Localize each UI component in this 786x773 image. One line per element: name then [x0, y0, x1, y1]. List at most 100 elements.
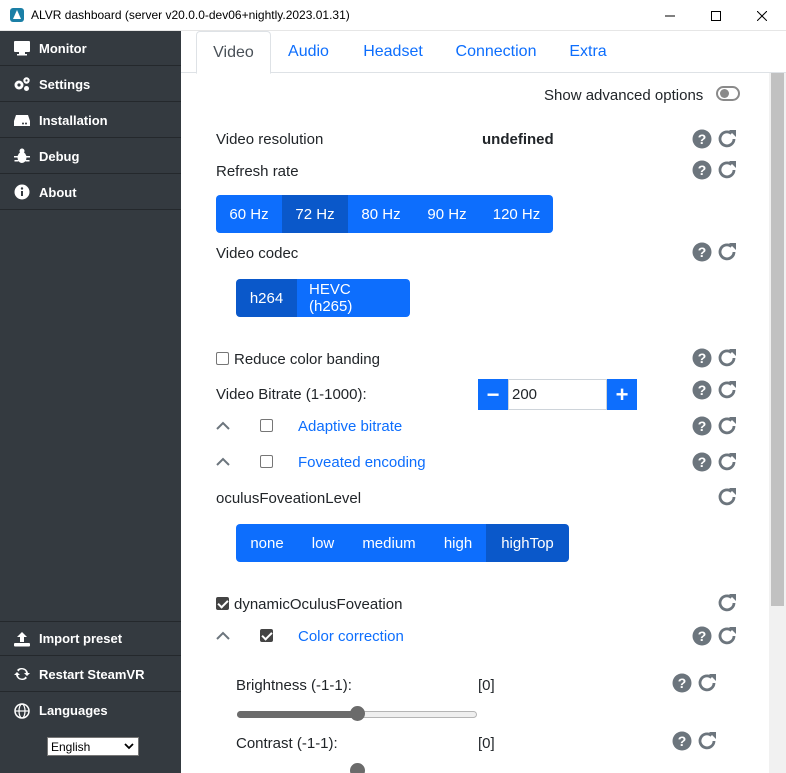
video-bitrate-input[interactable]	[508, 379, 607, 410]
increment-button[interactable]: +	[607, 379, 637, 410]
help-icon[interactable]: ?	[692, 416, 712, 436]
svg-text:?: ?	[678, 675, 687, 691]
sidebar-item-settings[interactable]: Settings	[0, 67, 181, 102]
reset-icon[interactable]	[716, 347, 738, 369]
close-icon	[757, 10, 767, 21]
reset-icon[interactable]	[716, 379, 738, 401]
sidebar-item-monitor[interactable]: Monitor	[0, 31, 181, 66]
video-bitrate-label: Video Bitrate (1-1000):	[216, 386, 367, 403]
sidebar-item-installation[interactable]: Installation	[0, 103, 181, 138]
reset-icon[interactable]	[716, 415, 738, 437]
languages-item: Languages	[0, 693, 181, 728]
tab-connection[interactable]: Connection	[446, 31, 546, 73]
refresh-rate-option[interactable]: 60 Hz	[216, 195, 282, 233]
foveation-level-option-selected[interactable]: highTop	[486, 524, 569, 562]
sidebar-item-about[interactable]: About	[0, 175, 181, 210]
svg-text:?: ?	[698, 350, 707, 366]
dynamic-foveation-label: dynamicOculusFoveation	[234, 596, 403, 613]
chevron-down-icon	[124, 743, 134, 750]
foveation-level-option[interactable]: low	[298, 524, 348, 562]
video-codec-option-selected[interactable]: h264	[236, 279, 297, 317]
contrast-value: [0]	[478, 735, 495, 752]
svg-text:?: ?	[678, 733, 687, 749]
reduce-color-banding-label: Reduce color banding	[234, 351, 380, 368]
contrast-label: Contrast (-1-1):	[236, 735, 338, 752]
tab-headset[interactable]: Headset	[351, 31, 435, 73]
refresh-rate-option[interactable]: 120 Hz	[480, 195, 553, 233]
adaptive-bitrate-checkbox[interactable]	[260, 419, 273, 432]
video-resolution-value: undefined	[482, 131, 554, 148]
alvr-logo-icon	[10, 8, 24, 22]
video-resolution-label: Video resolution	[216, 131, 324, 148]
reset-icon[interactable]	[696, 730, 718, 752]
refresh-rate-option-selected[interactable]: 72 Hz	[282, 195, 348, 233]
import-preset-button[interactable]: Import preset	[0, 621, 181, 656]
upload-icon	[14, 631, 30, 646]
help-icon[interactable]: ?	[692, 452, 712, 472]
dynamic-foveation-checkbox[interactable]	[216, 597, 229, 610]
brightness-value: [0]	[478, 677, 495, 694]
reset-icon[interactable]	[716, 241, 738, 263]
restart-steamvr-button[interactable]: Restart SteamVR	[0, 657, 181, 692]
refresh-rate-option[interactable]: 90 Hz	[414, 195, 480, 233]
help-icon[interactable]: ?	[672, 731, 692, 751]
language-select[interactable]: English	[47, 737, 139, 756]
sync-icon	[14, 667, 30, 681]
foveated-encoding-label[interactable]: Foveated encoding	[298, 454, 426, 471]
foveation-level-options: none low medium high highTop	[236, 524, 569, 562]
sidebar: Monitor Settings Installation Debug Abou…	[0, 31, 181, 773]
video-codec-options: h264 HEVC (h265)	[236, 279, 410, 317]
help-icon[interactable]: ?	[672, 673, 692, 693]
sidebar-item-label: Debug	[39, 148, 80, 164]
reset-icon[interactable]	[716, 625, 738, 647]
sidebar-item-debug[interactable]: Debug	[0, 139, 181, 174]
bug-icon	[14, 148, 30, 163]
reset-icon[interactable]	[716, 486, 738, 508]
foveation-level-label: oculusFoveationLevel	[216, 490, 362, 507]
advanced-options-toggle[interactable]	[716, 86, 740, 101]
help-icon[interactable]: ?	[692, 348, 712, 368]
info-icon	[14, 184, 30, 200]
brightness-label: Brightness (-1-1):	[236, 677, 352, 694]
refresh-rate-option[interactable]: 80 Hz	[348, 195, 414, 233]
foveated-encoding-checkbox[interactable]	[260, 455, 273, 468]
svg-text:?: ?	[698, 628, 707, 644]
foveation-level-option[interactable]: none	[236, 524, 298, 562]
help-icon[interactable]: ?	[692, 626, 712, 646]
reset-icon[interactable]	[696, 672, 718, 694]
tab-extra[interactable]: Extra	[559, 31, 617, 73]
import-preset-label: Import preset	[39, 631, 123, 646]
video-bitrate-stepper: − +	[478, 379, 637, 410]
chevron-up-icon[interactable]	[216, 457, 230, 467]
adaptive-bitrate-label[interactable]: Adaptive bitrate	[298, 418, 402, 435]
help-icon[interactable]: ?	[692, 129, 712, 149]
minimize-icon	[665, 15, 675, 16]
chevron-up-icon[interactable]	[216, 421, 230, 431]
contrast-slider-thumb[interactable]	[349, 763, 365, 773]
minimize-button[interactable]	[647, 0, 693, 31]
maximize-button[interactable]	[693, 0, 739, 31]
reset-icon[interactable]	[716, 159, 738, 181]
brightness-slider-thumb[interactable]	[349, 706, 365, 721]
scrollbar-thumb[interactable]	[771, 73, 784, 606]
sidebar-item-label: Monitor	[39, 40, 87, 56]
color-correction-checkbox[interactable]	[260, 629, 273, 642]
reset-icon[interactable]	[716, 451, 738, 473]
foveation-level-option[interactable]: high	[430, 524, 486, 562]
foveation-level-option[interactable]: medium	[348, 524, 430, 562]
reduce-color-banding-checkbox[interactable]	[216, 352, 229, 365]
tab-video[interactable]: Video	[196, 31, 271, 74]
video-codec-option[interactable]: HEVC (h265)	[297, 279, 410, 317]
close-button[interactable]	[739, 0, 785, 31]
help-icon[interactable]: ?	[692, 380, 712, 400]
help-icon[interactable]: ?	[692, 160, 712, 180]
language-select-value: English	[51, 739, 91, 754]
chevron-up-icon[interactable]	[216, 631, 230, 641]
reset-icon[interactable]	[716, 592, 738, 614]
tab-audio[interactable]: Audio	[276, 31, 341, 73]
color-correction-label[interactable]: Color correction	[298, 628, 404, 645]
advanced-options-label: Show advanced options	[544, 87, 704, 104]
decrement-button[interactable]: −	[478, 379, 508, 410]
reset-icon[interactable]	[716, 128, 738, 150]
help-icon[interactable]: ?	[692, 242, 712, 262]
